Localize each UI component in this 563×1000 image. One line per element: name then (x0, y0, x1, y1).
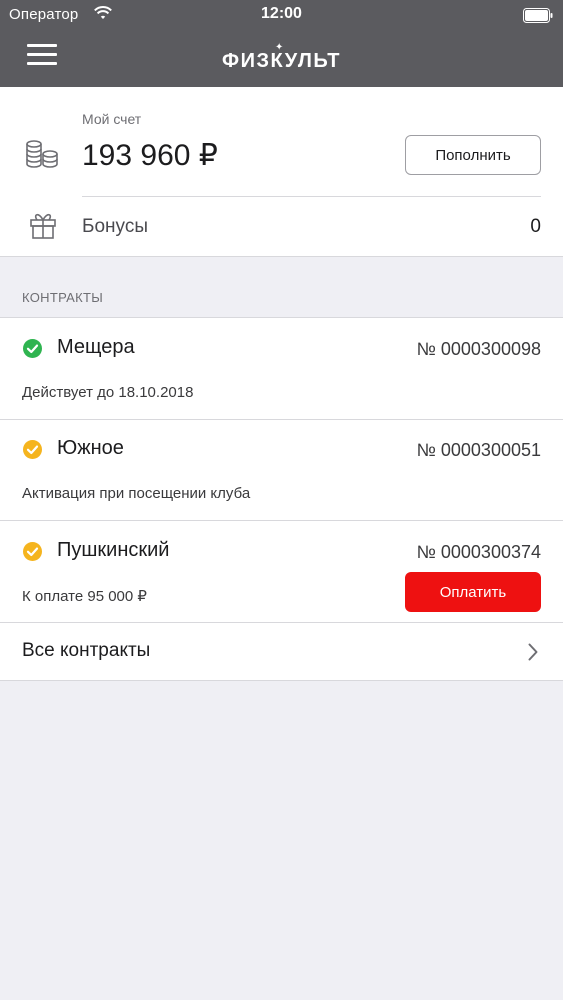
chevron-right-icon (528, 643, 538, 661)
status-time: 12:00 (261, 5, 302, 22)
check-circle-icon (23, 542, 42, 561)
coins-icon (26, 140, 58, 168)
contract-row-pushkinsky[interactable]: Пушкинский № 0000300374 К оплате 95 000 … (0, 521, 563, 623)
contract-row-meshchera[interactable]: Мещера № 0000300098 Действует до 18.10.2… (0, 318, 563, 420)
topup-button[interactable]: Пополнить (405, 135, 541, 175)
all-contracts-link[interactable]: Все контракты (0, 623, 563, 681)
contract-status-text: К оплате 95 000 ₽ (22, 588, 147, 605)
divider (82, 196, 541, 197)
battery-icon (523, 8, 553, 23)
check-circle-icon (23, 339, 42, 358)
account-balance: 193 960 ₽ (82, 139, 218, 172)
gift-icon (30, 213, 56, 239)
contract-name: Пушкинский (57, 539, 170, 561)
contracts-list: Мещера № 0000300098 Действует до 18.10.2… (0, 317, 563, 681)
bonus-value: 0 (530, 216, 541, 237)
app-header: Оператор 12:00 ✦ ФИЗКУЛЬТ (0, 0, 563, 87)
account-card: Мой счет 193 960 ₽ Пополнить Бонусы 0 (0, 87, 563, 257)
account-label: Мой счет (82, 111, 142, 127)
contract-status-text: Активация при посещении клуба (22, 485, 251, 502)
nav-bar: ✦ ФИЗКУЛЬТ (0, 30, 563, 87)
all-contracts-label: Все контракты (22, 640, 151, 661)
contract-row-yuzhnoe[interactable]: Южное № 0000300051 Активация при посещен… (0, 419, 563, 521)
contract-number: № 0000300051 (416, 440, 541, 460)
contract-name: Южное (57, 437, 124, 459)
contracts-section-title: КОНТРАКТЫ (22, 290, 104, 305)
contract-number: № 0000300098 (416, 339, 541, 359)
status-bar: Оператор 12:00 (0, 0, 563, 30)
pay-button[interactable]: Оплатить (405, 572, 541, 612)
contract-status-text: Действует до 18.10.2018 (22, 384, 194, 401)
bonus-label: Бонусы (82, 216, 148, 237)
app-logo: ФИЗКУЛЬТ (222, 50, 341, 72)
contract-number: № 0000300374 (416, 542, 541, 562)
check-circle-icon (23, 440, 42, 459)
contract-name: Мещера (57, 336, 135, 358)
